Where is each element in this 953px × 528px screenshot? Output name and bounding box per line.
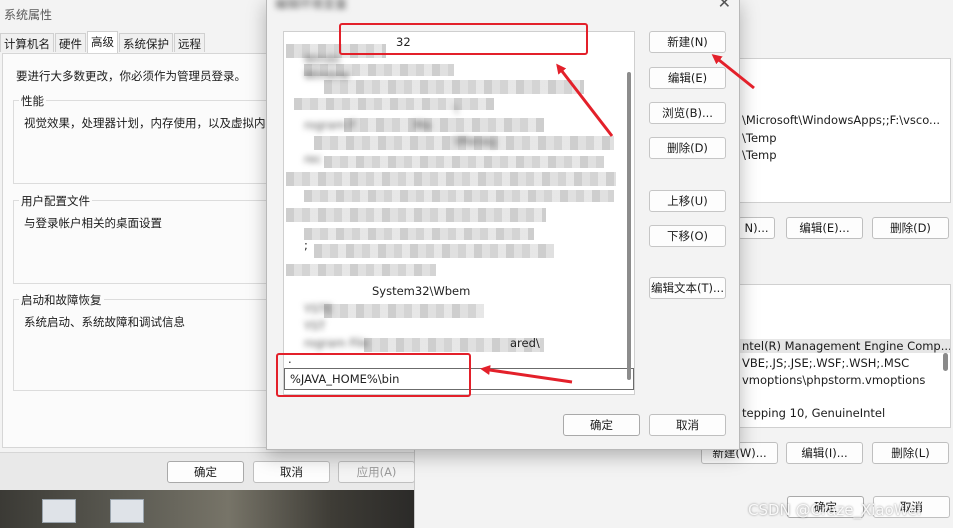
arrow-to-top-entry <box>556 63 614 137</box>
arrow-to-java-home-entry <box>480 365 573 384</box>
annotation-arrows <box>480 54 755 384</box>
arrow-to-new-button <box>711 54 755 90</box>
watermark: CSDN @Craze_XiaoWei <box>748 501 922 519</box>
